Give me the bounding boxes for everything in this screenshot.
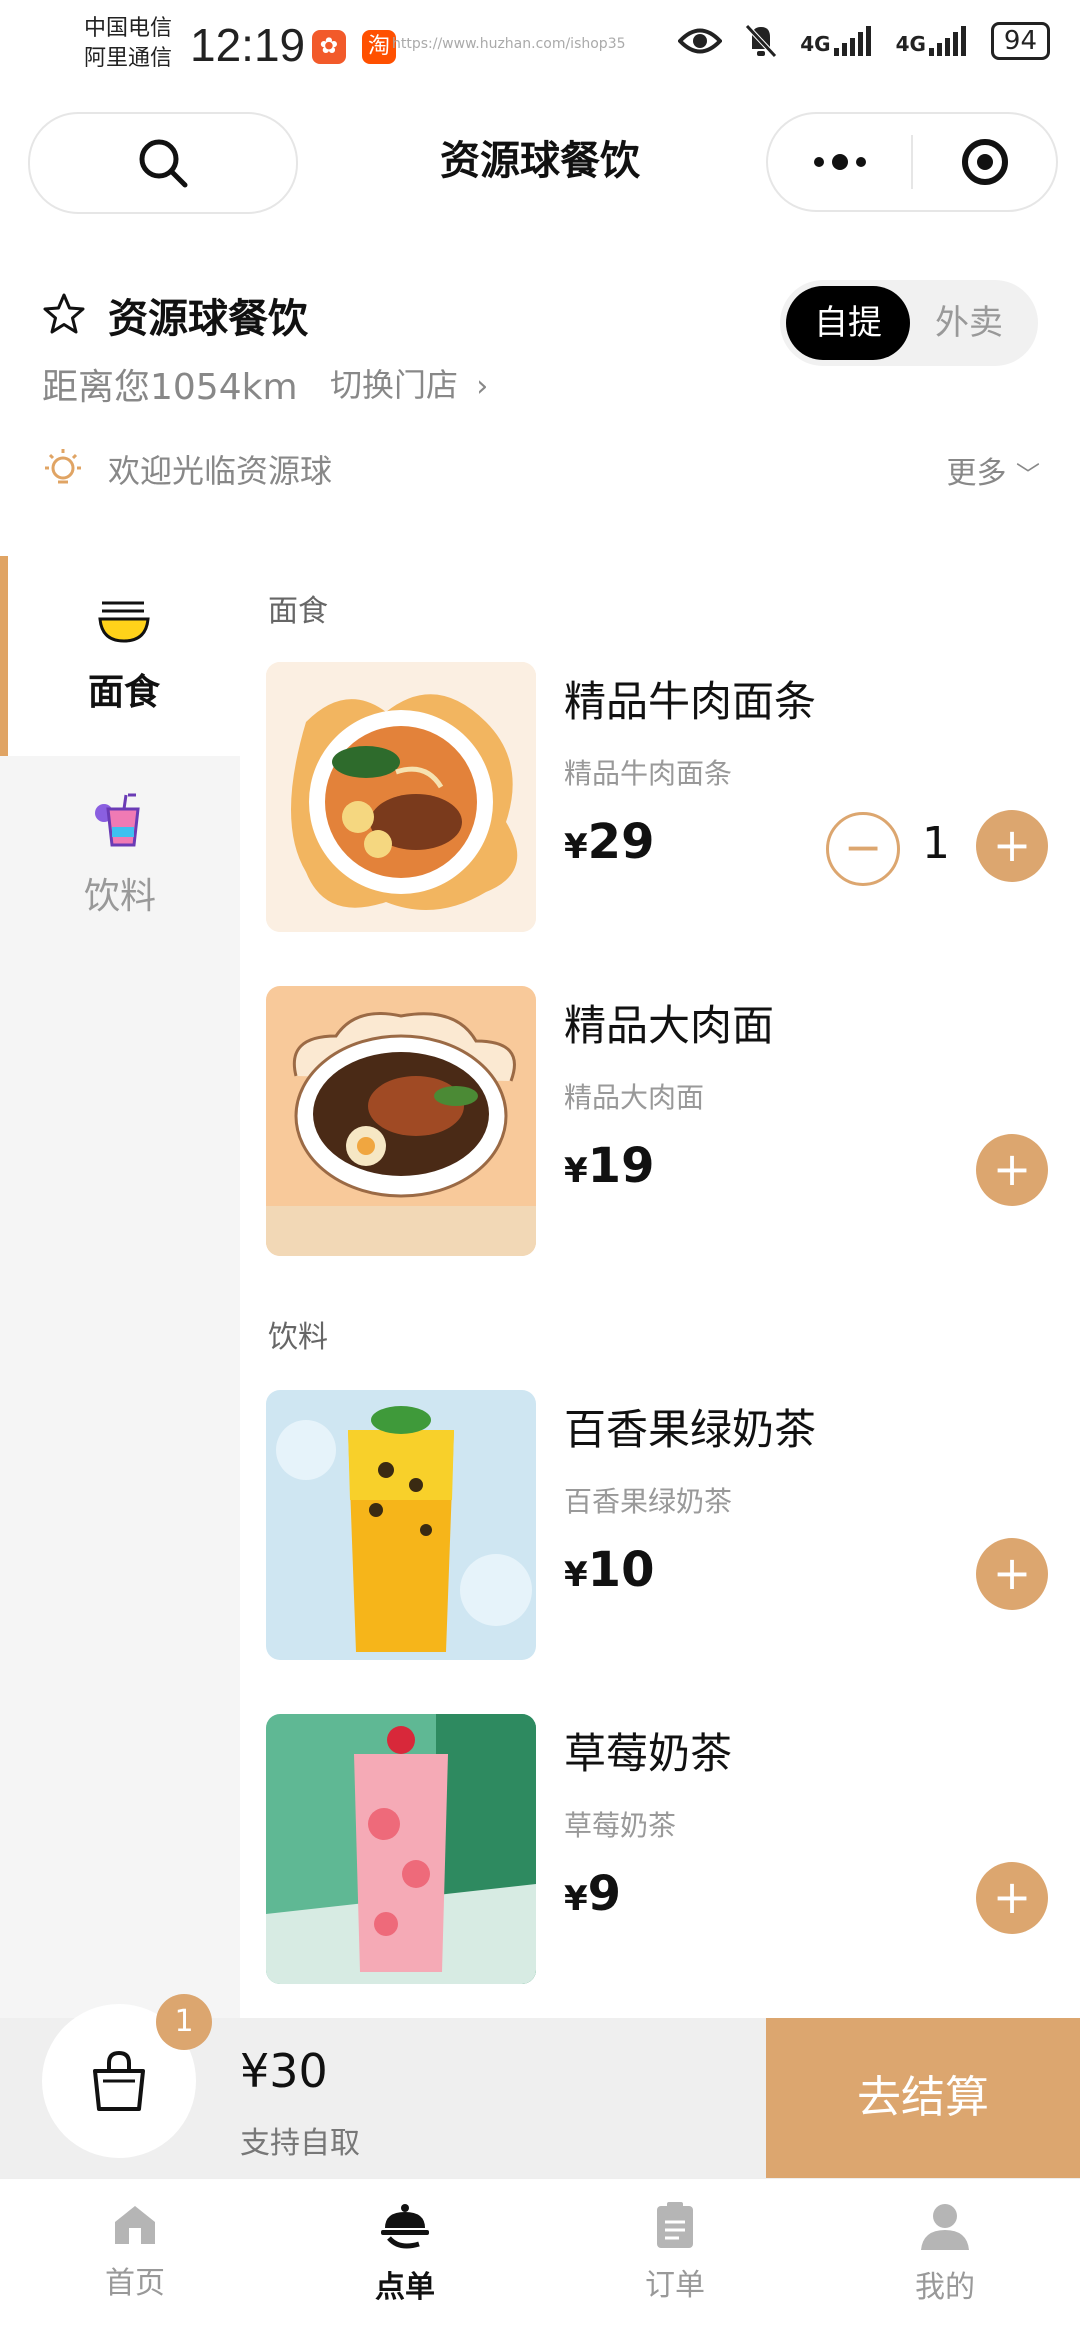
add-to-cart-button[interactable]: + (976, 1862, 1048, 1934)
tab-home[interactable]: 首页 (0, 2200, 270, 2302)
more-menu-button[interactable] (768, 114, 911, 210)
product-name: 百香果绿奶茶 (564, 1405, 817, 1454)
pork-noodle-image (266, 986, 536, 1256)
product-price: ¥10 (564, 1542, 654, 1598)
product-price: ¥9 (564, 1866, 621, 1922)
battery-level: 94 (990, 22, 1050, 60)
tab-me[interactable]: 我的 (810, 2200, 1080, 2306)
store-name: 资源球餐饮 (108, 296, 308, 342)
strawberry-milk-tea-image (266, 1714, 536, 1984)
currency-symbol: ¥ (564, 827, 588, 867)
tab-orders[interactable]: 订单 (540, 2200, 810, 2304)
chevron-right-icon: › (476, 369, 489, 404)
carrier-1: 中国电信 (84, 16, 173, 41)
product-image[interactable] (266, 986, 536, 1256)
cart-note: 支持自取 (240, 2126, 360, 2161)
currency-symbol: ¥ (564, 1151, 588, 1191)
chevron-down-icon: ﹀ (1016, 461, 1040, 489)
target-icon (961, 139, 1008, 185)
tab-label: 我的 (915, 2270, 975, 2305)
star-icon[interactable] (42, 292, 86, 336)
status-icons: 4G 4G 94 (678, 22, 1050, 60)
store-notice: 欢迎光临资源球 (108, 452, 333, 490)
more-notice-button[interactable]: 更多 ﹀ (946, 448, 1040, 492)
tab-order[interactable]: 点单 (270, 2200, 540, 2306)
product-image[interactable] (266, 1390, 536, 1660)
category-drinks[interactable]: 饮料 (0, 756, 240, 956)
more-dots-icon (813, 154, 866, 170)
price-value: 10 (587, 1542, 655, 1598)
add-to-cart-button[interactable]: + (976, 810, 1048, 882)
tab-label: 订单 (645, 2268, 705, 2303)
cart-total: ¥30 (240, 2044, 328, 2098)
taobao-notification-icon: 淘 (362, 30, 396, 64)
mode-pickup-button[interactable]: 自提 (786, 286, 910, 360)
switch-store-link[interactable]: 切换门店 › (330, 360, 488, 406)
noodle-bowl-icon (98, 601, 150, 643)
store-distance: 距离您1054km (42, 367, 298, 408)
product-desc: 精品大肉面 (564, 1081, 705, 1114)
carrier-labels: 中国电信 阿里通信 (84, 14, 172, 74)
product-desc: 草莓奶茶 (564, 1809, 677, 1842)
product-name: 草莓奶茶 (564, 1729, 733, 1778)
more-label: 更多 (946, 456, 1007, 491)
product-desc: 百香果绿奶茶 (564, 1485, 733, 1518)
product-price: ¥19 (564, 1138, 654, 1194)
product-price: ¥29 (564, 814, 654, 870)
item-quantity: 1 (922, 818, 950, 869)
switch-store-label: 切换门店 (330, 366, 459, 404)
add-to-cart-button[interactable]: + (976, 1134, 1048, 1206)
currency-symbol: ¥ (564, 1879, 588, 1919)
shopping-bag-icon (93, 2050, 145, 2111)
product-image[interactable] (266, 1714, 536, 1984)
checkout-button[interactable]: 去结算 (766, 2018, 1080, 2178)
section-title-drinks: 饮料 (268, 1320, 328, 1355)
network-4g-1: 4G (800, 26, 873, 56)
clipboard-icon (657, 2202, 693, 2248)
price-value: 19 (587, 1138, 655, 1194)
user-icon (921, 2204, 969, 2250)
status-time: 12:19 (190, 19, 306, 71)
cloche-icon (381, 2204, 429, 2249)
section-title-noodles: 面食 (268, 594, 328, 629)
add-to-cart-button[interactable]: + (976, 1538, 1048, 1610)
mute-bell-icon (745, 24, 778, 58)
tab-label: 点单 (375, 2270, 435, 2305)
product-desc: 精品牛肉面条 (564, 757, 733, 790)
passion-fruit-tea-image (266, 1390, 536, 1660)
price-value: 9 (587, 1866, 622, 1922)
home-icon (115, 2206, 155, 2244)
carrier-2: 阿里通信 (84, 46, 173, 71)
eye-icon (678, 28, 723, 54)
network-4g-2: 4G (896, 26, 969, 56)
watermark-url: https://www.huzhan.com/ishop35 (392, 36, 626, 52)
price-value: 29 (587, 814, 655, 870)
mode-delivery-button[interactable]: 外卖 (914, 286, 1024, 360)
decrease-quantity-button[interactable]: − (826, 812, 900, 886)
category-label: 饮料 (83, 876, 156, 917)
product-name: 精品大肉面 (564, 1001, 775, 1050)
product-name: 精品牛肉面条 (564, 677, 817, 726)
product-image[interactable] (266, 662, 536, 932)
app-notification-icon: ✿ (312, 30, 346, 64)
drink-cup-icon (95, 793, 140, 847)
order-mode-toggle: 自提 外卖 (780, 280, 1038, 366)
close-mini-program-button[interactable] (913, 114, 1056, 210)
mini-program-capsule (766, 112, 1058, 212)
tab-label: 首页 (105, 2266, 165, 2301)
signal-icon (833, 26, 871, 56)
beef-noodle-image (266, 662, 536, 932)
currency-symbol: ¥ (564, 1555, 588, 1595)
signal-icon (928, 26, 966, 56)
category-noodles[interactable]: 面食 (0, 556, 240, 756)
category-label: 面食 (87, 672, 160, 713)
lightbulb-icon (45, 449, 81, 484)
cart-count-badge: 1 (156, 1994, 212, 2050)
